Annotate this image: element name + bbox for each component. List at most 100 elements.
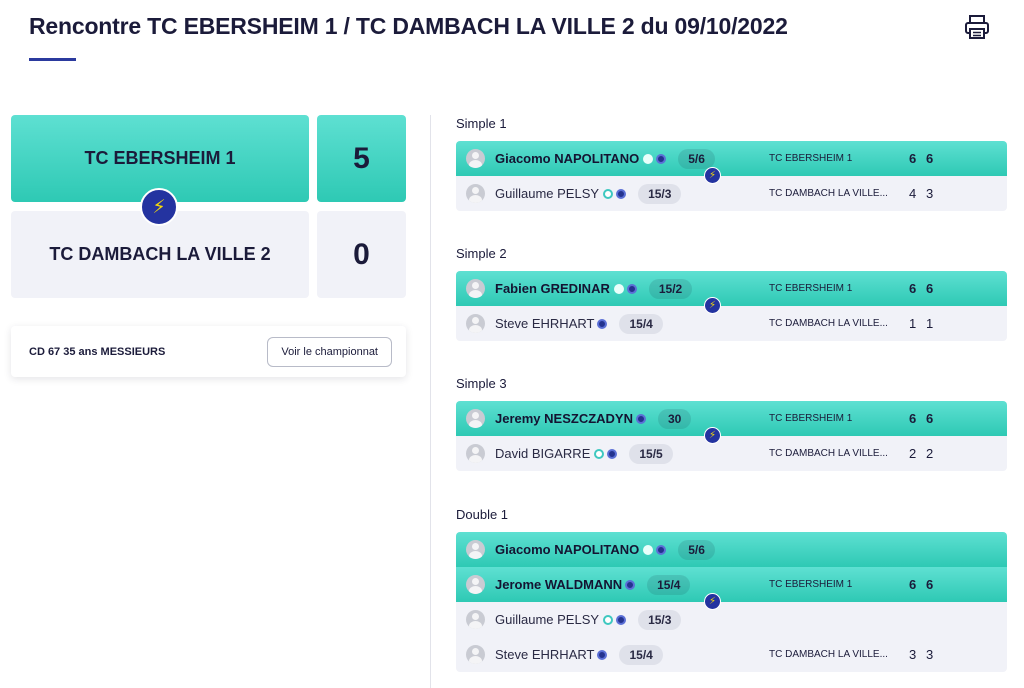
match-title: Simple 2 bbox=[456, 246, 507, 261]
player-name[interactable]: Steve EHRHART bbox=[495, 647, 594, 662]
set-score: 4 bbox=[909, 186, 917, 201]
avatar-icon bbox=[466, 540, 485, 559]
ring-badge-icon bbox=[603, 614, 614, 625]
set-scores: 22 bbox=[909, 446, 943, 461]
team2-score: 0 bbox=[317, 211, 406, 298]
set-score: 6 bbox=[926, 411, 934, 426]
set-score: 6 bbox=[909, 411, 917, 426]
match-block: Double 1 Giacomo NAPOLITANO 5/6 Jerome WALD… bbox=[456, 507, 1007, 672]
winner-player-row[interactable]: Giacomo NAPOLITANO 5/6 bbox=[456, 532, 1007, 567]
blue-badge-icon bbox=[616, 188, 627, 199]
player-name[interactable]: Guillaume PELSY bbox=[495, 186, 599, 201]
player-name[interactable]: Giacomo NAPOLITANO bbox=[495, 542, 639, 557]
blue-badge-icon bbox=[607, 448, 618, 459]
club-name: TC DAMBACH LA VILLE... bbox=[769, 318, 888, 329]
set-score: 3 bbox=[926, 647, 934, 662]
avatar-icon bbox=[466, 149, 485, 168]
set-scores: 33 bbox=[909, 647, 943, 662]
set-score: 2 bbox=[926, 446, 934, 461]
blue-badge-icon bbox=[636, 413, 646, 424]
player-name[interactable]: Steve EHRHART bbox=[495, 316, 594, 331]
winner-player-row[interactable]: Jerome WALDMANN 15/4 TC EBERSHEIM 1 6 6 ⚡︎ bbox=[456, 567, 1007, 610]
set-score: 6 bbox=[909, 151, 917, 166]
player-rank: 15/4 bbox=[619, 313, 663, 334]
player-rank: 15/3 bbox=[638, 609, 682, 630]
player-name[interactable]: David BIGARRE bbox=[495, 446, 590, 461]
ring-badge-icon bbox=[613, 283, 624, 294]
player-rank: 15/3 bbox=[638, 183, 682, 204]
avatar-icon bbox=[466, 610, 485, 629]
blue-badge-icon bbox=[597, 318, 608, 329]
match-rows: Jeremy NESZCZADYN 30 TC EBERSHEIM 1 6 6 ⚡︎ Dav… bbox=[456, 401, 1007, 471]
view-championship-button[interactable]: Voir le championnat bbox=[267, 336, 392, 367]
club-name: TC DAMBACH LA VILLE... bbox=[769, 649, 888, 660]
avatar-icon bbox=[466, 279, 485, 298]
set-scores: 66 bbox=[909, 281, 943, 296]
avatar-icon bbox=[466, 314, 485, 333]
winner-player-row[interactable]: Giacomo NAPOLITANO 5/6 TC EBERSHEIM 1 6 6 ⚡︎ bbox=[456, 141, 1007, 184]
club-name: TC DAMBACH LA VILLE... bbox=[769, 448, 888, 459]
avatar-icon bbox=[466, 184, 485, 203]
blue-badge-icon bbox=[625, 579, 636, 590]
player-name[interactable]: Fabien GREDINAR bbox=[495, 281, 610, 296]
player-name[interactable]: Jeremy NESZCZADYN bbox=[495, 411, 633, 426]
player-name[interactable]: Jerome WALDMANN bbox=[495, 577, 622, 592]
blue-badge-icon bbox=[616, 614, 627, 625]
set-score: 1 bbox=[909, 316, 917, 331]
player-rank: 15/4 bbox=[619, 644, 663, 665]
blue-badge-icon bbox=[626, 283, 637, 294]
ring-badge-icon bbox=[643, 544, 654, 555]
match-rows: Giacomo NAPOLITANO 5/6 TC EBERSHEIM 1 6 6 ⚡︎ G… bbox=[456, 141, 1007, 211]
set-score: 6 bbox=[926, 577, 934, 592]
lightning-icon: ⚡︎ bbox=[704, 593, 721, 610]
set-score: 3 bbox=[926, 186, 934, 201]
player-rank: 5/6 bbox=[678, 148, 715, 169]
player-name[interactable]: Giacomo NAPOLITANO bbox=[495, 151, 639, 166]
match-title: Simple 3 bbox=[456, 376, 507, 391]
lightning-icon: ⚡︎ bbox=[704, 427, 721, 444]
set-scores: 66 bbox=[909, 577, 943, 592]
blue-badge-icon bbox=[656, 544, 667, 555]
winner-player-row[interactable]: Jeremy NESZCZADYN 30 TC EBERSHEIM 1 6 6 ⚡︎ bbox=[456, 401, 1007, 444]
set-scores: 43 bbox=[909, 186, 943, 201]
match-block: Simple 3 Jeremy NESZCZADYN 30 TC EBERSHEIM … bbox=[456, 376, 1007, 471]
match-title: Simple 1 bbox=[456, 116, 507, 131]
loser-player-row[interactable]: Steve EHRHART 15/4 TC DAMBACH LA VILLE... 1… bbox=[456, 306, 1007, 341]
avatar-icon bbox=[466, 645, 485, 664]
ring-badge-icon bbox=[643, 153, 654, 164]
avatar-icon bbox=[466, 444, 485, 463]
club-name: TC EBERSHEIM 1 bbox=[769, 283, 853, 294]
player-rank: 15/4 bbox=[647, 574, 691, 595]
set-score: 6 bbox=[926, 151, 934, 166]
set-score: 6 bbox=[909, 577, 917, 592]
avatar-icon bbox=[466, 575, 485, 594]
loser-player-row[interactable]: Steve EHRHART 15/4 TC DAMBACH LA VILLE... 3… bbox=[456, 637, 1007, 672]
ring-badge-icon bbox=[594, 448, 605, 459]
printer-icon[interactable] bbox=[963, 13, 991, 41]
loser-player-row[interactable]: Guillaume PELSY 15/3 TC DAMBACH LA VILLE..… bbox=[456, 176, 1007, 211]
set-score: 6 bbox=[909, 281, 917, 296]
set-score: 3 bbox=[909, 647, 917, 662]
blue-badge-icon bbox=[656, 153, 667, 164]
player-rank: 5/6 bbox=[678, 539, 715, 560]
player-rank: 15/5 bbox=[629, 443, 673, 464]
team1-score: 5 bbox=[317, 115, 406, 202]
match-block: Simple 2 Fabien GREDINAR 15/2 TC EBERSHEIM … bbox=[456, 246, 1007, 341]
lightning-icon: ⚡︎ bbox=[704, 297, 721, 314]
lightning-icon: ⚡︎ bbox=[704, 167, 721, 184]
match-title: Double 1 bbox=[456, 507, 509, 522]
loser-player-row[interactable]: David BIGARRE 15/5 TC DAMBACH LA VILLE... 2… bbox=[456, 436, 1007, 471]
match-rows: Fabien GREDINAR 15/2 TC EBERSHEIM 1 6 6 ⚡︎ Ste… bbox=[456, 271, 1007, 341]
club-name: TC DAMBACH LA VILLE... bbox=[769, 188, 888, 199]
player-rank: 30 bbox=[658, 408, 692, 429]
column-divider bbox=[430, 115, 431, 688]
player-name[interactable]: Guillaume PELSY bbox=[495, 612, 599, 627]
club-name: TC EBERSHEIM 1 bbox=[769, 579, 853, 590]
avatar-icon bbox=[466, 409, 485, 428]
player-rank: 15/2 bbox=[648, 278, 693, 299]
match-block: Simple 1 Giacomo NAPOLITANO 5/6 TC EBERSHEI… bbox=[456, 116, 1007, 211]
set-scores: 66 bbox=[909, 151, 943, 166]
winner-player-row[interactable]: Fabien GREDINAR 15/2 TC EBERSHEIM 1 6 6 ⚡︎ bbox=[456, 271, 1007, 314]
loser-player-row[interactable]: Guillaume PELSY 15/3 bbox=[456, 602, 1007, 637]
set-scores: 66 bbox=[909, 411, 943, 426]
